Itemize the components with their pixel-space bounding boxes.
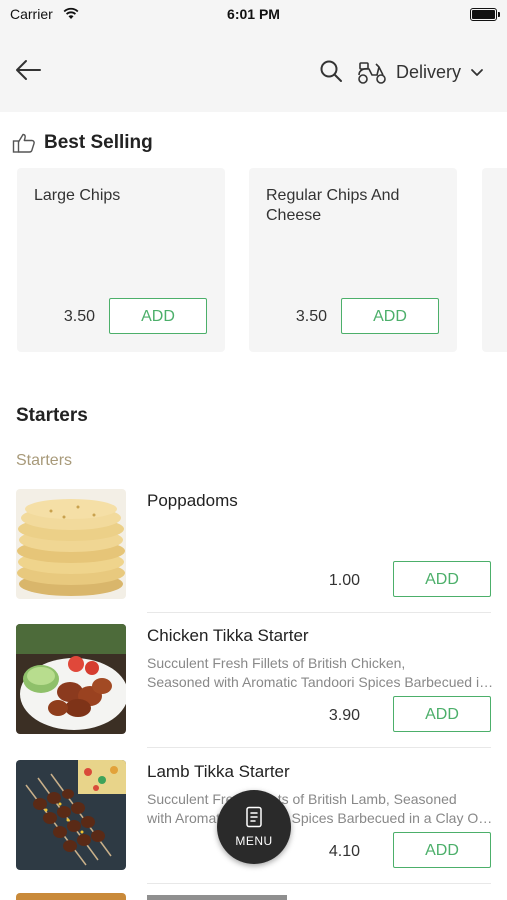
chevron-down-icon: [471, 69, 483, 76]
item-price: 1.00: [328, 572, 360, 589]
best-selling-heading: Best Selling: [12, 130, 153, 156]
item-name: Lamb Tikka Starter: [147, 762, 290, 781]
item-description: Succulent Fresh Fillets of British Lamb,…: [147, 791, 495, 826]
lamb-tikka-photo: [16, 760, 126, 870]
item-description: Succulent Fresh Fillets of British Chick…: [147, 655, 495, 690]
menu-item-name-partial: [147, 895, 287, 900]
search-icon[interactable]: [318, 58, 344, 84]
top-app-bar: Delivery: [0, 30, 507, 112]
poppadoms-photo: [16, 489, 126, 599]
item-name: Poppadoms: [147, 491, 238, 510]
row-divider: [147, 612, 491, 613]
back-arrow-icon[interactable]: [12, 54, 44, 86]
add-button[interactable]: ADD: [393, 832, 491, 868]
delivery-mode-selector[interactable]: Delivery: [356, 54, 485, 90]
menu-item-row[interactable]: Chicken Tikka Starter Succulent Fresh Fi…: [0, 624, 507, 759]
menu-item-row[interactable]: Poppadoms 1.00 ADD: [0, 489, 507, 624]
add-button[interactable]: ADD: [393, 561, 491, 597]
menu-item-photo-partial: [16, 893, 126, 900]
chicken-tikka-photo: [16, 624, 126, 734]
item-price: 3.90: [328, 707, 360, 724]
row-divider: [147, 747, 491, 748]
best-selling-title: Best Selling: [44, 132, 153, 153]
scooter-icon: [358, 62, 386, 84]
menu-card-icon: [246, 806, 262, 828]
menu-fab-button[interactable]: MENU: [217, 790, 291, 864]
subcategory-title: Starters: [16, 452, 73, 469]
battery-icon: [470, 8, 500, 21]
best-selling-card-partial[interactable]: [482, 168, 507, 352]
card-item-name: Large Chips: [34, 187, 121, 204]
delivery-label: Delivery: [396, 61, 462, 82]
category-title: Starters: [16, 405, 88, 426]
item-name: Chicken Tikka Starter: [147, 626, 309, 645]
row-divider: [147, 883, 491, 884]
thumbs-up-icon: [12, 133, 35, 153]
status-bar: Carrier 6:01 PM: [0, 0, 507, 30]
menu-fab-label: MENU: [235, 834, 273, 848]
clock-time: 6:01 PM: [227, 6, 280, 22]
card-item-name: Regular Chips And Cheese: [266, 187, 400, 224]
card-item-price: 3.50: [295, 308, 327, 325]
card-item-price: 3.50: [63, 308, 95, 325]
add-button[interactable]: ADD: [341, 298, 439, 334]
item-price: 4.10: [328, 843, 360, 860]
best-selling-card[interactable]: Large Chips 3.50 ADD: [17, 168, 225, 352]
best-selling-card[interactable]: Regular Chips And Cheese 3.50 ADD: [249, 168, 457, 352]
add-button[interactable]: ADD: [393, 696, 491, 732]
add-button[interactable]: ADD: [109, 298, 207, 334]
